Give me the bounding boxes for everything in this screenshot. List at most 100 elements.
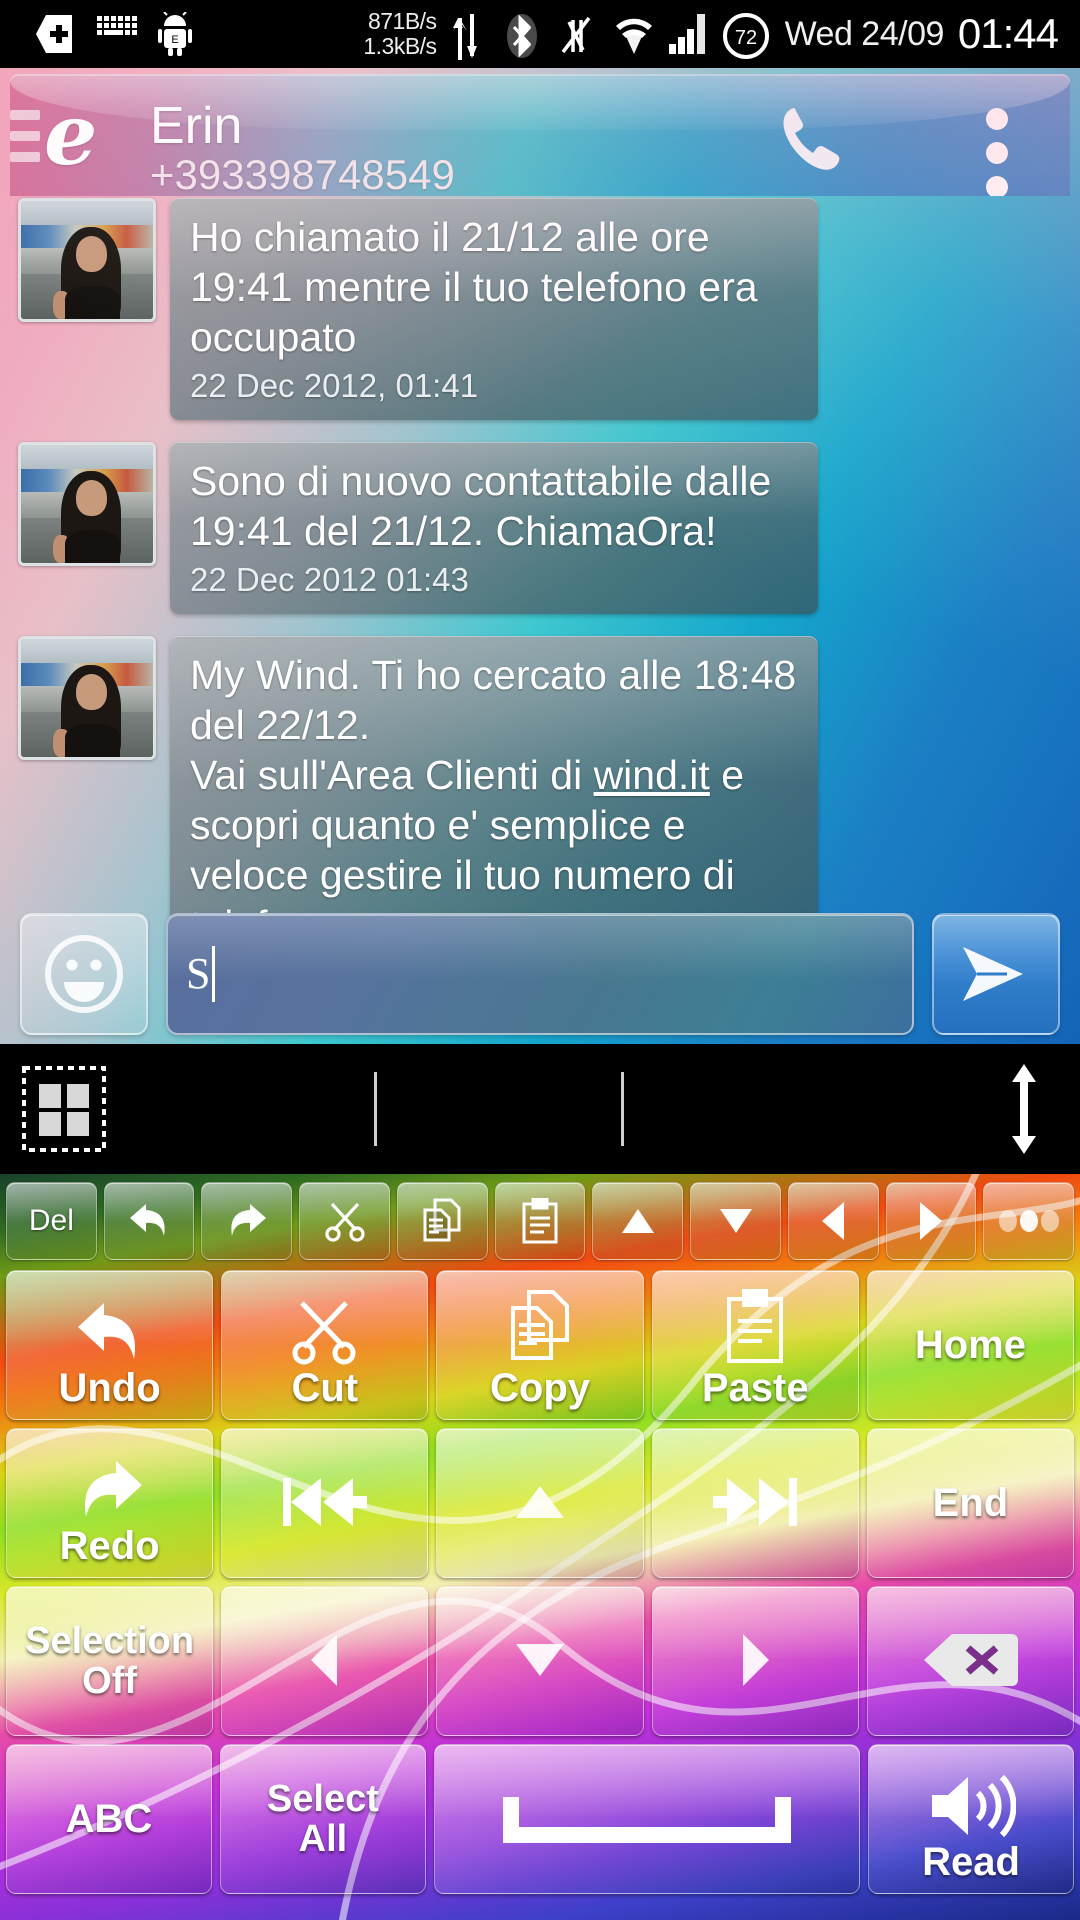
spacebar-icon	[497, 1783, 797, 1853]
arrow-up-icon	[512, 1482, 568, 1522]
key-redo-small[interactable]	[201, 1182, 293, 1260]
send-arrow-icon	[963, 947, 1023, 1001]
status-bar-right-icons: 871B/s 1.3kB/s 72 Wed 24/09 01:44	[363, 8, 1066, 60]
key-arrow-down[interactable]	[436, 1586, 644, 1736]
key-arrow-up[interactable]	[436, 1428, 644, 1578]
network-speed-up: 871B/s	[367, 8, 437, 34]
toolbar-divider	[374, 1072, 377, 1146]
key-read[interactable]: Read	[868, 1744, 1074, 1894]
copy-pages-icon	[423, 1198, 461, 1242]
contact-avatar[interactable]	[18, 442, 156, 566]
key-paste-small[interactable]	[494, 1182, 586, 1260]
network-speed: 871B/s 1.3kB/s	[363, 8, 437, 59]
mute-icon	[559, 12, 599, 56]
key-more-small[interactable]	[983, 1182, 1075, 1260]
message-bubble[interactable]: Ho chiamato il 21/12 alle ore 19:41 ment…	[170, 198, 818, 420]
data-transfer-arrows-icon	[451, 12, 491, 60]
keyboard-toolbar	[0, 1044, 1080, 1174]
redo-arrow-icon	[231, 1204, 266, 1236]
undo-arrow-icon	[130, 1204, 165, 1236]
hamburger-menu-icon[interactable]	[10, 110, 40, 173]
message-bubble[interactable]: Sono di nuovo contattabile dalle 19:41 d…	[170, 442, 818, 614]
message-row: Sono di nuovo contattabile dalle 19:41 d…	[0, 442, 1080, 636]
phone-call-icon[interactable]	[778, 104, 870, 174]
toolbar-divider	[621, 1072, 624, 1146]
keyboard-icon	[96, 12, 137, 56]
key-home[interactable]: Home	[866, 1270, 1075, 1420]
keyboard-row-1: Undo Cut Copy Paste Home	[0, 1270, 1080, 1420]
keyboard-layout-grid-icon[interactable]	[22, 1066, 106, 1152]
resize-updown-icon[interactable]	[1004, 1064, 1044, 1154]
keyboard-action-row: Del	[0, 1182, 1080, 1260]
key-arrow-right[interactable]	[651, 1586, 859, 1736]
scissors-cut-icon	[324, 1202, 365, 1242]
battery-icon: 72	[721, 12, 771, 59]
arrow-right-icon	[735, 1630, 775, 1690]
key-cut-small[interactable]	[299, 1182, 390, 1260]
overflow-menu-icon[interactable]	[982, 108, 1012, 196]
key-paste[interactable]: Paste	[651, 1270, 859, 1420]
message-input[interactable]: S	[166, 913, 914, 1035]
conversation-header: e Erin +393398748549	[10, 74, 1070, 196]
send-button[interactable]	[932, 913, 1060, 1035]
contact-number: +393398748549	[150, 151, 455, 197]
key-skip-back[interactable]	[221, 1428, 429, 1578]
back-plus-icon	[34, 12, 74, 56]
network-speed-down: 1.3kB/s	[363, 33, 437, 59]
key-arrow-left-small[interactable]	[787, 1182, 879, 1260]
key-cut[interactable]: Cut	[221, 1270, 429, 1420]
message-input-value: S	[186, 949, 211, 998]
key-label: ABC	[65, 1797, 153, 1841]
key-space[interactable]	[433, 1744, 861, 1894]
arrow-up-icon	[621, 1209, 654, 1233]
key-arrow-down-small[interactable]	[690, 1182, 781, 1260]
key-label: Paste	[701, 1366, 809, 1410]
key-undo-small[interactable]	[103, 1182, 195, 1260]
status-bar: E 871B/s 1.3kB/s 72 Wed 24/09 01:44	[0, 0, 1080, 68]
key-label: End	[932, 1481, 1009, 1525]
redo-arrow-icon	[72, 1457, 148, 1523]
key-selection-off[interactable]: Selection Off	[6, 1586, 214, 1736]
key-skip-forward[interactable]	[651, 1428, 859, 1578]
contact-name: Erin	[150, 97, 243, 155]
speaker-read-icon	[926, 1773, 1017, 1839]
key-undo[interactable]: Undo	[6, 1270, 214, 1420]
undo-arrow-icon	[72, 1299, 148, 1365]
key-end[interactable]: End	[866, 1428, 1075, 1578]
key-label: Home	[914, 1323, 1026, 1367]
keyboard-row-3: Selection Off	[0, 1586, 1080, 1736]
battery-percent-text: 72	[734, 27, 756, 49]
status-date: Wed 24/09	[784, 14, 945, 53]
contact-avatar[interactable]	[18, 198, 156, 322]
text-caret	[212, 946, 216, 1002]
svg-text:E: E	[171, 34, 178, 46]
key-abc[interactable]: ABC	[6, 1744, 212, 1894]
key-arrow-up-small[interactable]	[592, 1182, 684, 1260]
key-backspace[interactable]	[866, 1586, 1075, 1736]
wifi-icon	[613, 12, 653, 56]
key-copy[interactable]: Copy	[436, 1270, 644, 1420]
arrow-down-icon	[512, 1640, 568, 1680]
keyboard-row-2: Redo End	[0, 1428, 1080, 1578]
key-del[interactable]: Del	[6, 1182, 97, 1260]
arrow-left-icon	[822, 1202, 845, 1240]
key-arrow-left[interactable]	[221, 1586, 429, 1736]
contact-avatar[interactable]	[18, 636, 156, 760]
message-link[interactable]: wind.it	[594, 752, 710, 798]
key-arrow-right-small[interactable]	[885, 1182, 977, 1260]
key-label: Selection Off	[25, 1620, 195, 1702]
status-time: 01:44	[957, 10, 1059, 57]
smiley-face-icon[interactable]	[20, 913, 148, 1035]
scissors-cut-icon	[286, 1299, 364, 1365]
keyboard: Del Undo Cut Copy Paste Home Redo End Se…	[0, 1174, 1080, 1920]
key-redo[interactable]: Redo	[6, 1428, 214, 1578]
android-robot-icon: E	[158, 12, 198, 56]
key-label: Cut	[291, 1366, 359, 1410]
copy-pages-icon	[505, 1289, 575, 1365]
phone-screen: E 871B/s 1.3kB/s 72 Wed 24/09 01:44 e Er…	[0, 0, 1080, 1920]
message-row: Ho chiamato il 21/12 alle ore 19:41 ment…	[0, 198, 1080, 442]
key-select-all[interactable]: Select All	[219, 1744, 426, 1894]
arrow-down-icon	[719, 1209, 752, 1233]
keyboard-row-4: ABC Select All Read	[0, 1744, 1080, 1894]
key-copy-small[interactable]	[396, 1182, 488, 1260]
